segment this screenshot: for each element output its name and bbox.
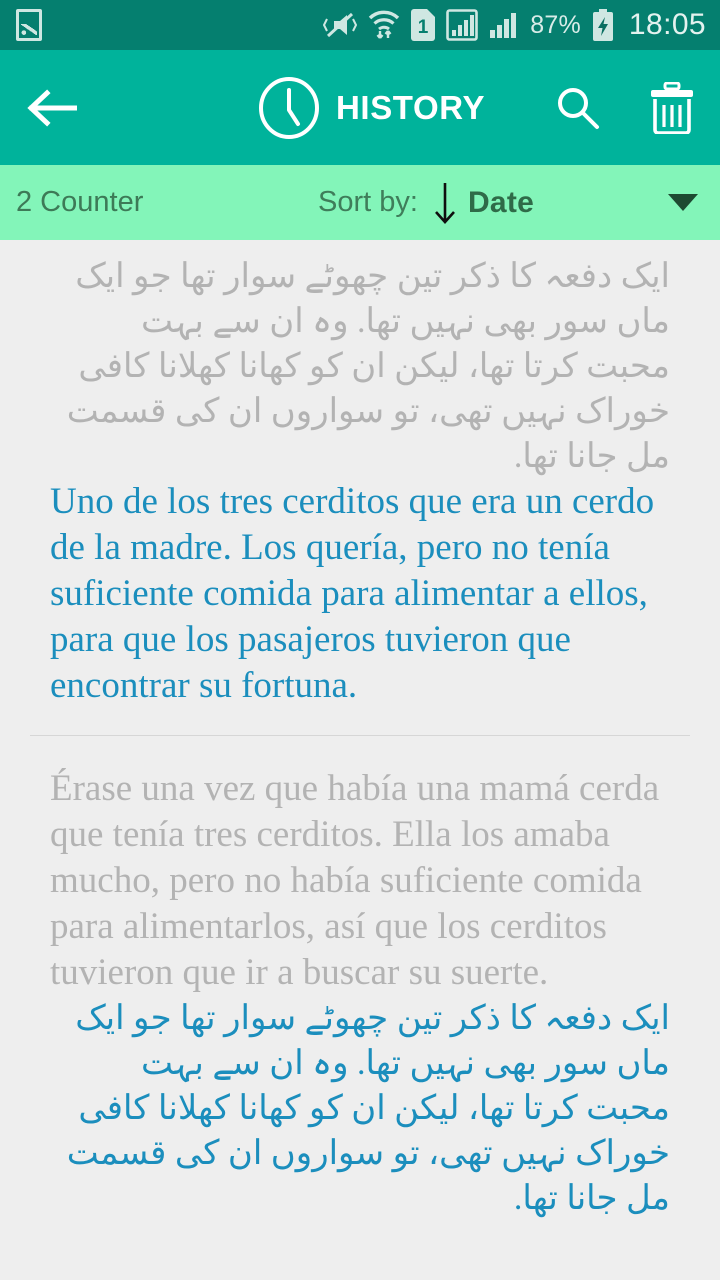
svg-text:1: 1 [418, 17, 429, 38]
delete-button[interactable] [646, 81, 698, 134]
status-bar: 1 87% 18:05 [0, 0, 720, 50]
list-item[interactable]: Érase una vez que había una mamá cerda q… [0, 760, 720, 1221]
history-list[interactable]: ایک دفعہ کا ذکر تین چھوٹے سوار تھا جو ای… [0, 240, 720, 1280]
battery-charging-icon [592, 9, 614, 41]
signal-bars-boxed-icon [446, 9, 479, 41]
sort-value-label: Date [467, 185, 535, 219]
back-arrow-icon [27, 88, 77, 127]
battery-percent-label: 87% [530, 10, 581, 39]
history-source-text: ایک دفعہ کا ذکر تین چھوٹے سوار تھا جو ای… [66, 258, 670, 475]
list-divider [30, 735, 690, 736]
history-source-text: Érase una vez que había una mamá cerda q… [50, 768, 660, 993]
signal-bars-icon [489, 10, 519, 40]
history-target-text: Uno de los tres cerditos que era un cerd… [50, 481, 655, 706]
trash-icon [649, 81, 695, 134]
app-bar-title-group: HISTORY [258, 76, 486, 139]
status-bar-left [16, 9, 42, 41]
app-screen: 1 87% 18:05 HISTORY 2 Counter Sort by: D… [0, 0, 720, 1280]
sort-by-label: Sort by: [318, 186, 418, 218]
sort-bar: 2 Counter Sort by: Date [0, 165, 720, 240]
status-bar-right: 1 87% 18:05 [323, 8, 706, 42]
sim-1-icon: 1 [411, 9, 436, 41]
clock-icon [258, 76, 320, 139]
vibrate-mute-icon [323, 10, 358, 40]
history-target-text: ایک دفعہ کا ذکر تین چھوٹے سوار تھا جو ای… [66, 1000, 670, 1217]
sort-by-control[interactable]: Sort by: Date [318, 181, 534, 225]
list-item[interactable]: ایک دفعہ کا ذکر تین چھوٹے سوار تھا جو ای… [0, 248, 720, 709]
status-bar-clock: 18:05 [628, 8, 706, 41]
wifi-transfer-icon [368, 10, 400, 40]
arrow-down-icon[interactable] [432, 181, 458, 225]
chevron-down-icon[interactable] [668, 194, 698, 211]
gallery-icon [16, 9, 42, 41]
app-bar: HISTORY [0, 50, 720, 165]
back-button[interactable] [24, 80, 80, 136]
search-button[interactable] [552, 82, 604, 134]
search-icon [554, 84, 602, 132]
page-title: HISTORY [336, 88, 486, 126]
app-bar-actions [552, 81, 698, 134]
counter-label: 2 Counter [16, 186, 144, 218]
